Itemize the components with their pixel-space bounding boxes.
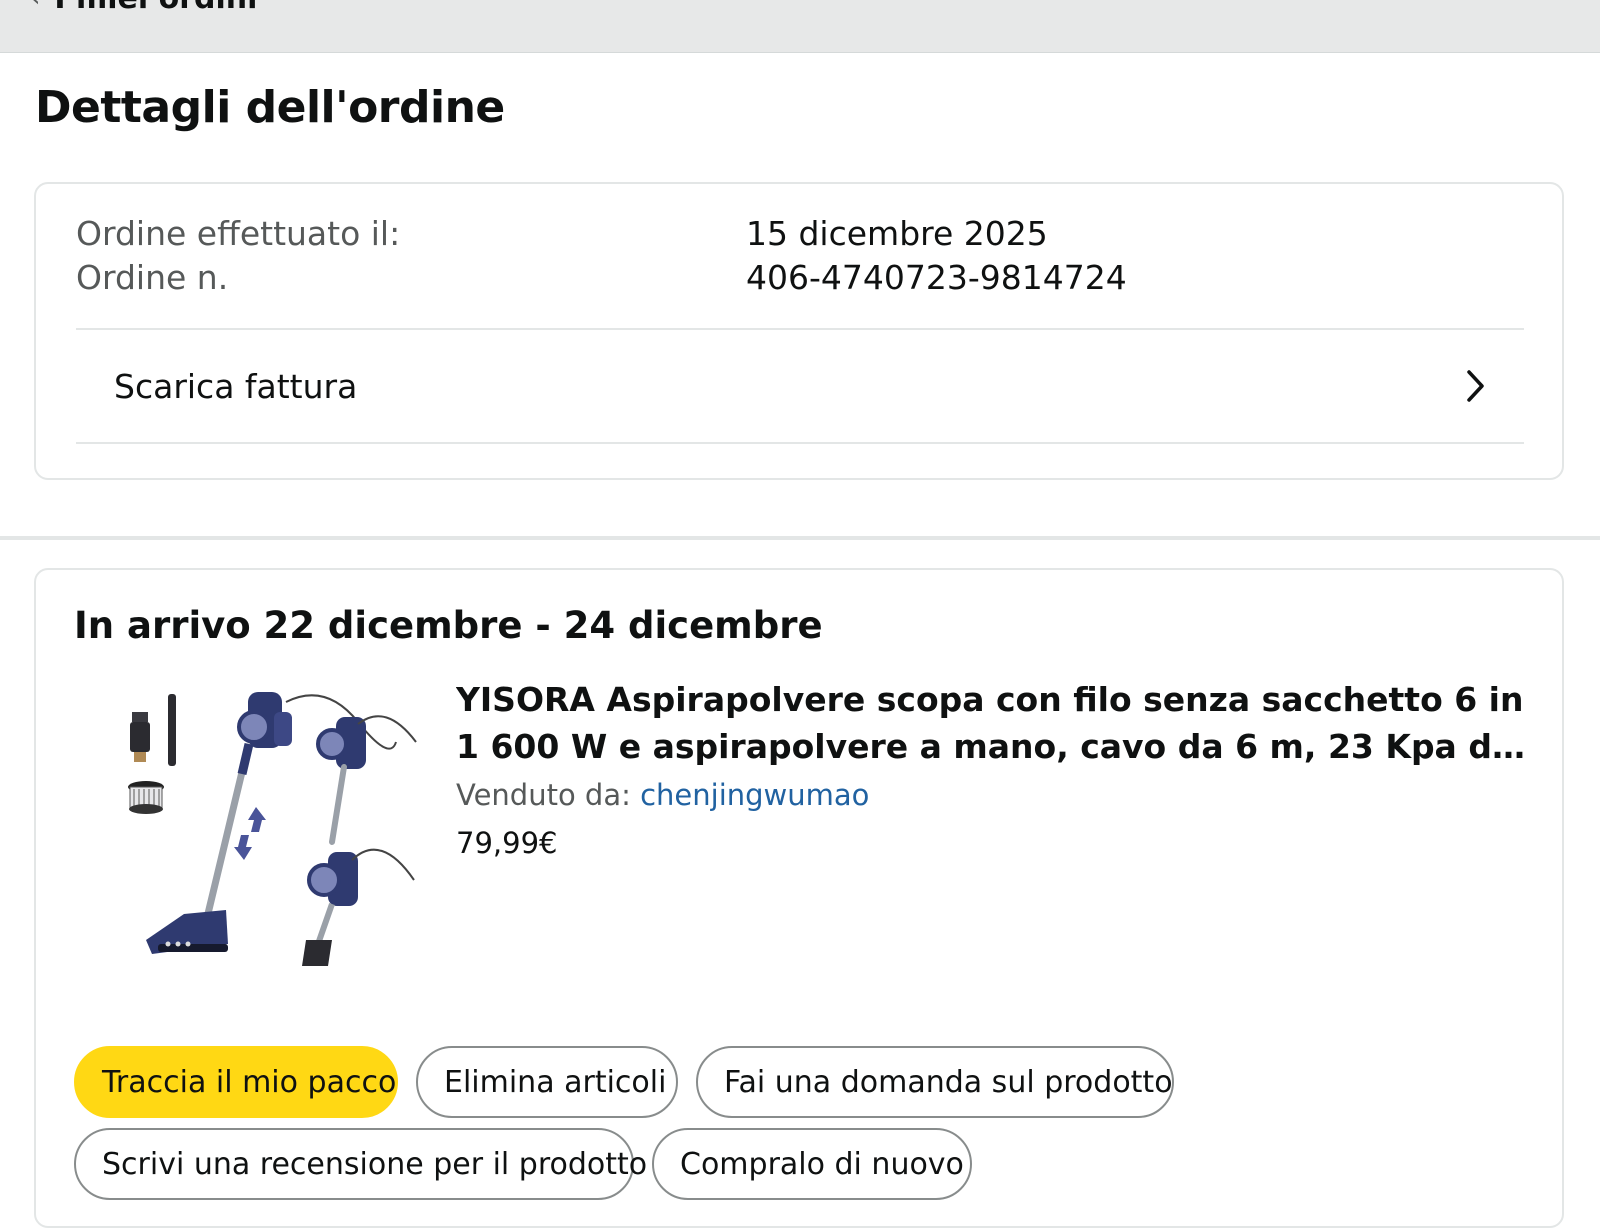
chevron-left-icon: ‹ bbox=[30, 0, 40, 13]
buy-again-button[interactable]: Compralo di nuovo bbox=[652, 1128, 972, 1200]
download-invoice-label: Scarica fattura bbox=[114, 366, 358, 406]
ask-question-button[interactable]: Fai una domanda sul prodotto bbox=[696, 1046, 1174, 1118]
order-number-label: Ordine n. bbox=[76, 258, 229, 297]
order-date-label: Ordine effettuato il: bbox=[76, 214, 401, 253]
order-number-value: 406-4740723-9814724 bbox=[746, 258, 1127, 297]
back-to-orders-link[interactable]: ‹ I miei ordini bbox=[30, 0, 257, 18]
seller-info: Venduto da: chenjingwumao bbox=[456, 778, 869, 812]
handheld-vacuum-alt-icon bbox=[302, 848, 415, 966]
write-review-button[interactable]: Scrivi una recensione per il prodotto bbox=[74, 1128, 647, 1200]
seller-label: Venduto da: bbox=[456, 778, 631, 812]
product-image[interactable] bbox=[96, 682, 426, 982]
back-link-label: I miei ordini bbox=[54, 0, 257, 16]
track-package-button[interactable]: Traccia il mio pacco bbox=[74, 1046, 398, 1118]
chevron-right-icon bbox=[1467, 370, 1484, 402]
order-info-card: Ordine effettuato il: 15 dicembre 2025 O… bbox=[34, 182, 1564, 480]
seller-link[interactable]: chenjingwumao bbox=[640, 778, 869, 812]
top-nav-bar: ‹ I miei ordini bbox=[0, 0, 1600, 53]
section-separator bbox=[0, 536, 1600, 540]
product-price: 79,99€ bbox=[456, 826, 558, 860]
accessory-brush-icon bbox=[130, 694, 176, 766]
filter-icon bbox=[128, 781, 164, 814]
product-title-link[interactable]: YISORA Aspirapolvere scopa con filo senz… bbox=[456, 676, 1526, 770]
page-title: Dettagli dell'ordine bbox=[35, 82, 505, 133]
handheld-vacuum-icon bbox=[316, 715, 417, 845]
download-invoice-row[interactable]: Scarica fattura bbox=[76, 330, 1524, 442]
delivery-estimate: In arrivo 22 dicembre - 24 dicembre bbox=[74, 604, 823, 647]
order-date-value: 15 dicembre 2025 bbox=[746, 214, 1048, 253]
shipment-card: In arrivo 22 dicembre - 24 dicembre YISO… bbox=[34, 568, 1564, 1228]
order-date-row: Ordine effettuato il: 15 dicembre 2025 bbox=[76, 212, 1048, 256]
height-arrows-icon bbox=[234, 807, 266, 860]
order-number-row: Ordine n. 406-4740723-9814724 bbox=[76, 256, 1127, 300]
delete-items-button[interactable]: Elimina articoli bbox=[416, 1046, 678, 1118]
divider bbox=[76, 442, 1524, 444]
